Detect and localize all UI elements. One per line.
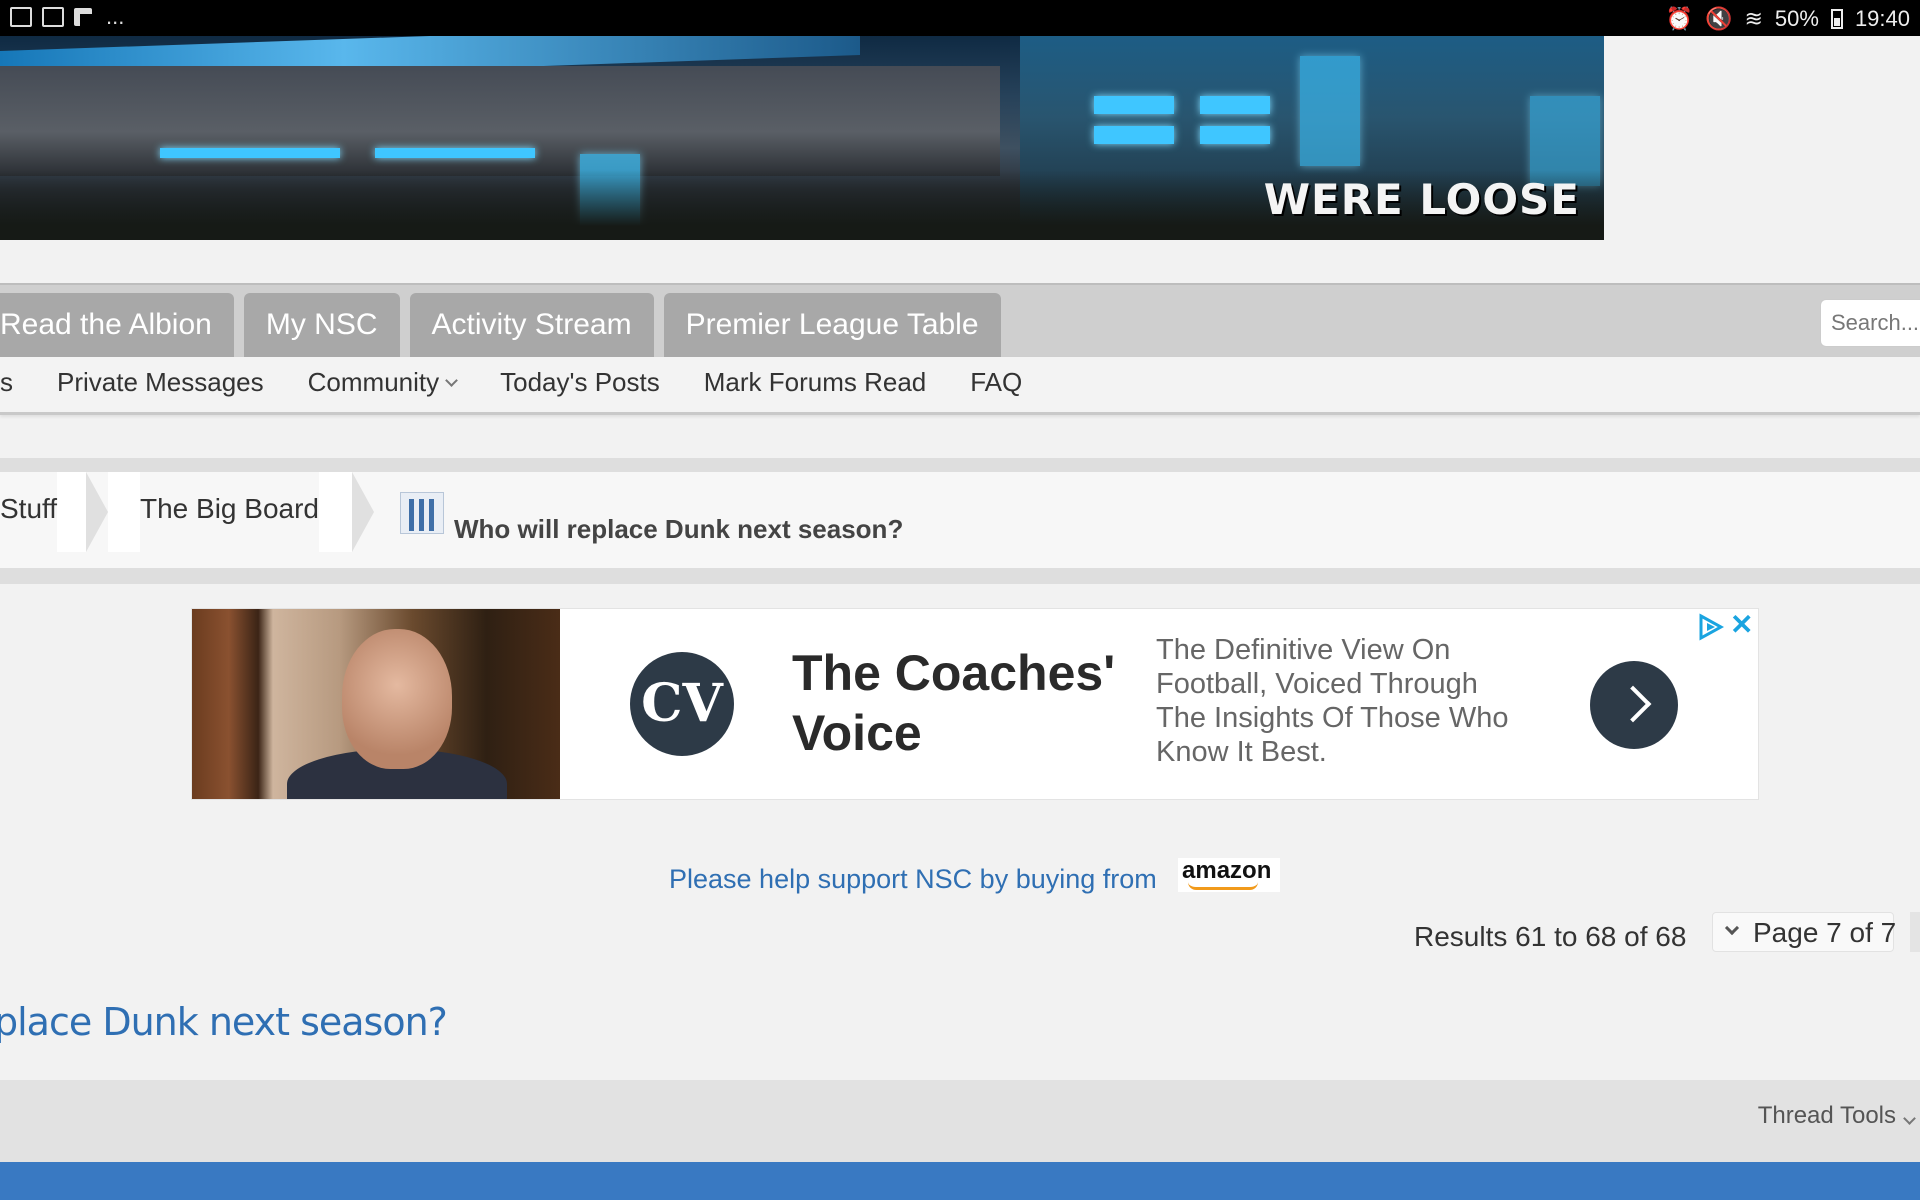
breadcrumb-divider	[0, 458, 1920, 472]
ad-title: The Coaches' Voice	[792, 645, 1116, 761]
breadcrumb-thread-title: Who will replace Dunk next season?	[454, 514, 904, 544]
banner-stadium-wall	[0, 66, 1000, 176]
mute-icon: 🔇	[1705, 6, 1733, 31]
image-notification-icon	[10, 7, 32, 27]
results-count: Results 61 to 68 of 68	[1414, 921, 1687, 952]
subnav-item-mark-forums-read[interactable]: Mark Forums Read	[704, 367, 927, 398]
breadcrumb-divider	[0, 568, 1920, 584]
banner-text: WERE LOOSE	[1263, 175, 1580, 224]
banner-lights	[160, 148, 340, 158]
ad-logo: CV	[630, 652, 734, 756]
tab-read-the-albion[interactable]: Read the Albion	[0, 293, 234, 357]
system-indicators: ⏰ 🔇 ≋ 50% 19:40	[1666, 6, 1910, 32]
breadcrumb-item-stuff[interactable]: Stuff	[0, 472, 58, 552]
amazon-smile-icon	[1188, 882, 1258, 890]
post-header-bar	[0, 1162, 1920, 1200]
ad-photo	[192, 609, 560, 799]
banner-window	[1300, 56, 1360, 166]
chevron-down-icon	[1903, 1112, 1916, 1125]
flipboard-icon	[74, 8, 92, 26]
thread-tools-bar: Thread Tools	[0, 1080, 1920, 1162]
thread-tools-button[interactable]: Thread Tools	[1758, 1102, 1896, 1130]
amazon-logo-text: amazon	[1182, 857, 1272, 884]
tab-activity-stream[interactable]: Activity Stream	[409, 293, 654, 357]
site-banner[interactable]: WERE LOOSE	[0, 36, 1604, 240]
thread-title[interactable]: place Dunk next season?	[0, 1000, 448, 1044]
breadcrumb-item-big-board[interactable]: The Big Board	[140, 472, 319, 552]
chevron-down-icon	[1724, 920, 1740, 936]
ad-next-arrow-icon[interactable]	[1590, 661, 1678, 749]
ad-description: The Definitive View On Football, Voiced …	[1156, 634, 1509, 768]
banner-window	[1200, 96, 1270, 114]
app-notification-icon	[42, 7, 64, 27]
alarm-icon: ⏰	[1665, 6, 1694, 31]
main-nav: Read the Albion My NSC Activity Stream P…	[0, 283, 1920, 357]
subnav-item-todays-posts[interactable]: Today's Posts	[500, 367, 660, 398]
page-selector[interactable]: Page 7 of 7	[1712, 912, 1897, 952]
subnav-item-community[interactable]: Community	[307, 367, 459, 398]
tab-my-nsc[interactable]: My NSC	[243, 293, 400, 357]
banner-window	[1094, 126, 1174, 144]
battery-percent: 50%	[1774, 6, 1819, 31]
amazon-logo[interactable]: amazon	[1178, 858, 1280, 892]
tab-premier-league-table[interactable]: Premier League Table	[663, 293, 1001, 357]
breadcrumb: Stuff The Big Board Who will replace Dun…	[0, 472, 1920, 568]
pager-next-edge[interactable]	[1910, 912, 1920, 952]
support-link[interactable]: Please help support NSC by buying from	[669, 864, 1157, 895]
sub-nav: s Private Messages Community Today's Pos…	[0, 357, 1920, 415]
adchoices-icon[interactable]	[1696, 613, 1724, 641]
breadcrumb-separator	[352, 472, 374, 552]
wifi-icon: ≋	[1744, 6, 1763, 31]
subnav-item-community-label: Community	[307, 367, 440, 397]
status-bar: ... ⏰ 🔇 ≋ 50% 19:40	[0, 0, 1920, 36]
more-notifications: ...	[106, 4, 125, 29]
breadcrumb-separator	[86, 472, 108, 552]
page-label: Page 7 of 7	[1753, 917, 1897, 948]
thread-shirt-icon	[400, 492, 444, 534]
banner-lights	[375, 148, 535, 158]
subnav-item-faq[interactable]: FAQ	[970, 367, 1022, 398]
subnav-item-private-messages[interactable]: Private Messages	[57, 367, 264, 398]
notification-icons: ...	[10, 4, 125, 29]
nav-tabs: Read the Albion My NSC Activity Stream P…	[0, 293, 1001, 357]
clock: 19:40	[1854, 6, 1910, 31]
close-icon[interactable]: ✕	[1730, 611, 1753, 639]
screen: ... ⏰ 🔇 ≋ 50% 19:40 WERE LOOSE Read the …	[0, 0, 1920, 1200]
battery-icon	[1830, 9, 1843, 29]
subnav-item-partial[interactable]: s	[0, 367, 13, 398]
banner-window	[1200, 126, 1270, 144]
chevron-down-icon	[445, 374, 459, 387]
search-input[interactable]: Search...	[1820, 299, 1920, 347]
banner-window	[1094, 96, 1174, 114]
advert-banner[interactable]: CV The Coaches' Voice The Definitive Vie…	[191, 608, 1759, 800]
